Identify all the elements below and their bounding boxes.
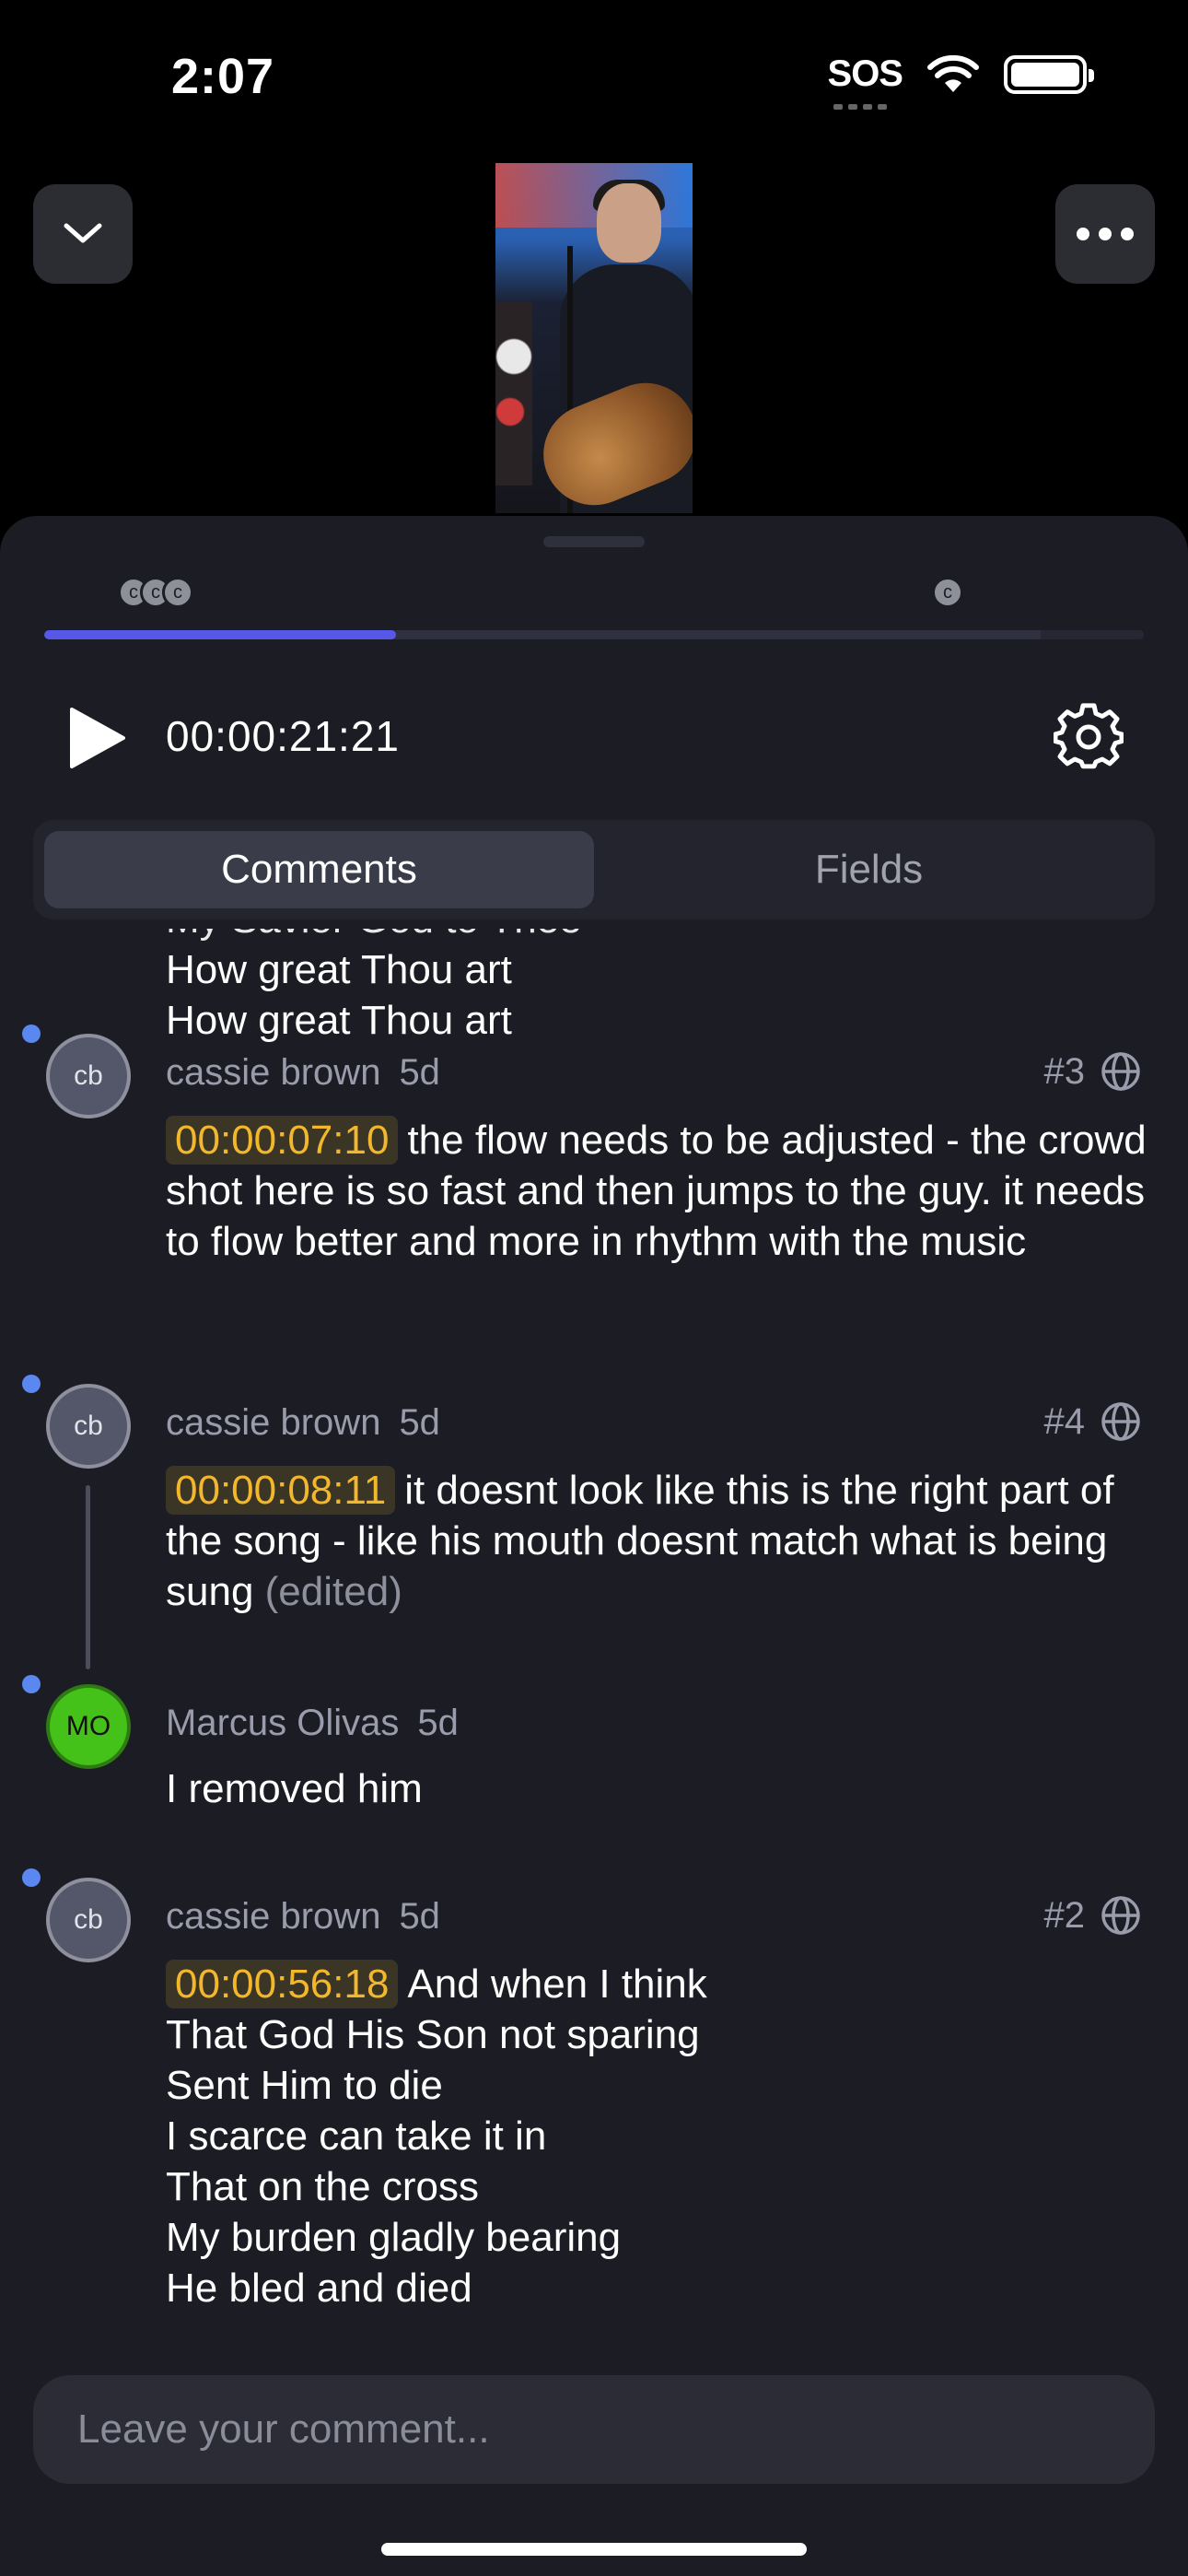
comment-line: I scarce can take it in: [166, 2113, 547, 2159]
comment-number: #3: [1043, 1050, 1086, 1092]
comment-age: 5d: [399, 1896, 440, 1937]
unread-indicator: [22, 1025, 41, 1043]
comment-meta: Marcus Olivas 5d: [166, 1703, 459, 1744]
signal-dots-icon: [833, 104, 887, 110]
comment-line: Sent Him to die: [166, 2063, 443, 2108]
comment-meta: cassie brown 5d: [166, 1052, 440, 1094]
unread-indicator: [22, 1675, 41, 1693]
status-bar: 2:07 SOS: [0, 0, 1188, 157]
comment-body: 00:00:07:10 the flow needs to be adjusted…: [166, 1115, 1151, 1267]
playback-progress: [44, 630, 397, 639]
sos-indicator: SOS: [828, 53, 903, 110]
comment-line: My burden gladly bearing: [166, 2215, 622, 2260]
avatar: cb: [46, 1878, 131, 1962]
comment-author: cassie brown: [166, 1896, 381, 1937]
comment-age: 5d: [399, 1402, 440, 1443]
status-icons: SOS: [828, 53, 1094, 110]
settings-gear-icon[interactable]: [1054, 702, 1124, 772]
segmented-tabs: Comments Fields: [33, 820, 1155, 919]
comment-line: That God His Son not sparing: [166, 2012, 700, 2057]
scrubber-end: [1041, 630, 1144, 639]
comment-author: cassie brown: [166, 1402, 381, 1443]
globe-icon: [1101, 1052, 1140, 1091]
current-timecode: 00:00:21:21: [166, 712, 401, 760]
chevron-down-icon: [64, 223, 102, 243]
home-indicator: [381, 2543, 807, 2556]
unread-indicator: [22, 1375, 41, 1393]
review-sheet: c c c c 00:00:21:21 Comments Fields My S…: [0, 516, 1188, 2576]
more-icon: [1077, 228, 1134, 240]
globe-icon: [1101, 1402, 1140, 1441]
comment-body: 00:00:56:18 And when I think That God His…: [166, 1959, 1151, 2313]
comment-number: #4: [1043, 1400, 1086, 1442]
tab-comments[interactable]: Comments: [44, 831, 594, 908]
unread-indicator: [22, 1868, 41, 1887]
comments-list[interactable]: My Savior God to Thee How great Thou art…: [0, 929, 1188, 2366]
sheet-grabber[interactable]: [543, 536, 645, 547]
comment-meta: cassie brown 5d: [166, 1896, 440, 1938]
status-time: 2:07: [171, 49, 275, 104]
video-preview[interactable]: [495, 163, 693, 513]
wifi-icon: [927, 54, 979, 92]
comment-meta: cassie brown 5d: [166, 1402, 440, 1444]
more-options-button[interactable]: [1055, 184, 1155, 284]
collapse-button[interactable]: [33, 184, 133, 284]
comment-age: 5d: [399, 1052, 440, 1093]
avatar: MO: [46, 1684, 131, 1769]
comment-author: cassie brown: [166, 1052, 381, 1093]
timeline-comment-marker[interactable]: c: [162, 577, 193, 608]
comment-body: 00:00:08:11 it doesnt look like this is t…: [166, 1465, 1151, 1617]
thread-line: [86, 1485, 90, 1669]
comment-line: That on the cross: [166, 2164, 479, 2209]
player-controls: 00:00:21:21: [0, 691, 1188, 783]
timestamp-chip[interactable]: 00:00:08:11: [166, 1466, 396, 1515]
timestamp-chip[interactable]: 00:00:56:18: [166, 1960, 399, 2008]
comment-age: 5d: [417, 1703, 459, 1743]
comment-text: And when I think: [407, 1961, 707, 2007]
comment-line: He bled and died: [166, 2266, 472, 2311]
avatar: cb: [46, 1034, 131, 1118]
timestamp-chip[interactable]: 00:00:07:10: [166, 1116, 399, 1165]
comment-reference: #3: [1044, 1050, 1143, 1093]
comment-body-continued: My Savior God to Thee How great Thou art…: [166, 929, 582, 1043]
avatar: cb: [46, 1384, 131, 1469]
globe-icon: [1101, 1896, 1140, 1935]
playback-scrubber[interactable]: [44, 630, 1144, 639]
tab-fields[interactable]: Fields: [594, 831, 1144, 908]
comment-reference: #4: [1044, 1400, 1143, 1443]
play-icon[interactable]: [64, 706, 129, 770]
comment-body: I removed him: [166, 1763, 1151, 1814]
edited-label: (edited): [264, 1569, 402, 1614]
comment-number: #2: [1043, 1894, 1086, 1936]
comment-input[interactable]: Leave your comment...: [33, 2375, 1155, 2484]
comment-reference: #2: [1044, 1894, 1143, 1937]
battery-icon: [1004, 54, 1094, 94]
comment-author: Marcus Olivas: [166, 1703, 400, 1743]
comment-text: I removed him: [166, 1766, 423, 1811]
timeline-comment-marker[interactable]: c: [932, 577, 963, 608]
